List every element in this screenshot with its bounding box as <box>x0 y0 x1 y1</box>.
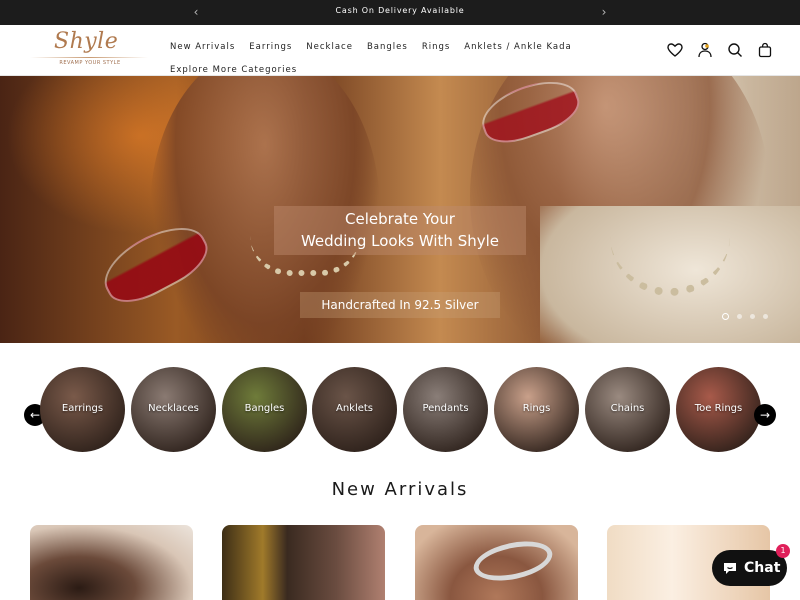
slide-dot-2[interactable] <box>737 314 742 319</box>
category-chains[interactable]: Chains <box>585 367 670 452</box>
section-title: New Arrivals <box>331 479 469 500</box>
category-label: Bangles <box>244 403 285 414</box>
nav-new-arrivals[interactable]: New Arrivals <box>170 38 235 57</box>
nav-earrings[interactable]: Earrings <box>249 38 292 57</box>
category-earrings[interactable]: Earrings <box>40 367 125 452</box>
site-header: Shyle REVAMP YOUR STYLE New Arrivals Earr… <box>0 25 800 76</box>
category-anklets[interactable]: Anklets <box>312 367 397 452</box>
product-card[interactable] <box>222 525 385 600</box>
logo-wordmark: Shyle <box>54 29 119 54</box>
hero-subline: Handcrafted In 92.5 Silver <box>321 298 479 312</box>
category-necklaces[interactable]: Necklaces <box>131 367 216 452</box>
slide-dot-4[interactable] <box>763 314 768 319</box>
arrow-right-icon[interactable]: → <box>754 404 776 426</box>
logo[interactable]: Shyle REVAMP YOUR STYLE <box>28 29 152 71</box>
category-label: Earrings <box>61 403 104 414</box>
category-bangles[interactable]: Bangles <box>222 367 307 452</box>
hero-headline-line1: Celebrate Your <box>345 210 455 228</box>
chat-button[interactable]: Chat 1 <box>712 544 790 586</box>
hero-banner[interactable]: Celebrate Your Wedding Looks With Shyle … <box>0 76 800 343</box>
category-label: Rings <box>522 403 551 414</box>
nav-bangles[interactable]: Bangles <box>367 38 408 57</box>
chat-unread-badge: 1 <box>776 544 790 558</box>
category-label: Pendants <box>422 403 469 414</box>
bangle-image <box>470 535 556 587</box>
hero-headline: Celebrate Your Wedding Looks With Shyle <box>274 208 526 252</box>
category-pendants[interactable]: Pendants <box>403 367 488 452</box>
bag-icon[interactable] <box>756 41 774 59</box>
announcement-text: Cash On Delivery Available <box>335 6 465 15</box>
main-nav: New Arrivals Earrings Necklace Bangles Rings… <box>170 34 590 80</box>
header-icons <box>659 41 774 59</box>
slide-dot-3[interactable] <box>750 314 755 319</box>
product-card[interactable] <box>415 525 578 600</box>
heart-icon[interactable] <box>666 41 684 59</box>
category-rings[interactable]: Rings <box>494 367 579 452</box>
slide-dot-1[interactable] <box>722 313 729 320</box>
chat-bubble-icon <box>721 559 739 577</box>
category-toe-rings[interactable]: Toe Rings <box>676 367 761 452</box>
category-label: Chains <box>610 403 645 414</box>
product-card[interactable] <box>30 525 193 600</box>
category-label: Necklaces <box>148 403 199 414</box>
logo-tagline: REVAMP YOUR STYLE <box>59 60 121 66</box>
category-carousel: ← Earrings Necklaces Bangles Anklets Pen… <box>0 343 800 473</box>
search-icon[interactable] <box>726 41 744 59</box>
nav-rings[interactable]: Rings <box>422 38 450 57</box>
chevron-right-icon[interactable]: › <box>596 4 612 20</box>
account-icon[interactable] <box>696 41 714 59</box>
nav-necklace[interactable]: Necklace <box>306 38 353 57</box>
hero-headline-line2: Wedding Looks With Shyle <box>300 232 500 250</box>
announcement-bar: ‹ Cash On Delivery Available › <box>0 0 800 25</box>
nav-anklets[interactable]: Anklets / Ankle Kada <box>464 38 571 57</box>
category-label: Anklets <box>335 403 374 414</box>
chat-label: Chat <box>744 560 781 576</box>
category-label: Toe Rings <box>694 403 743 414</box>
slide-dots <box>722 306 776 320</box>
logo-rule <box>30 57 148 58</box>
